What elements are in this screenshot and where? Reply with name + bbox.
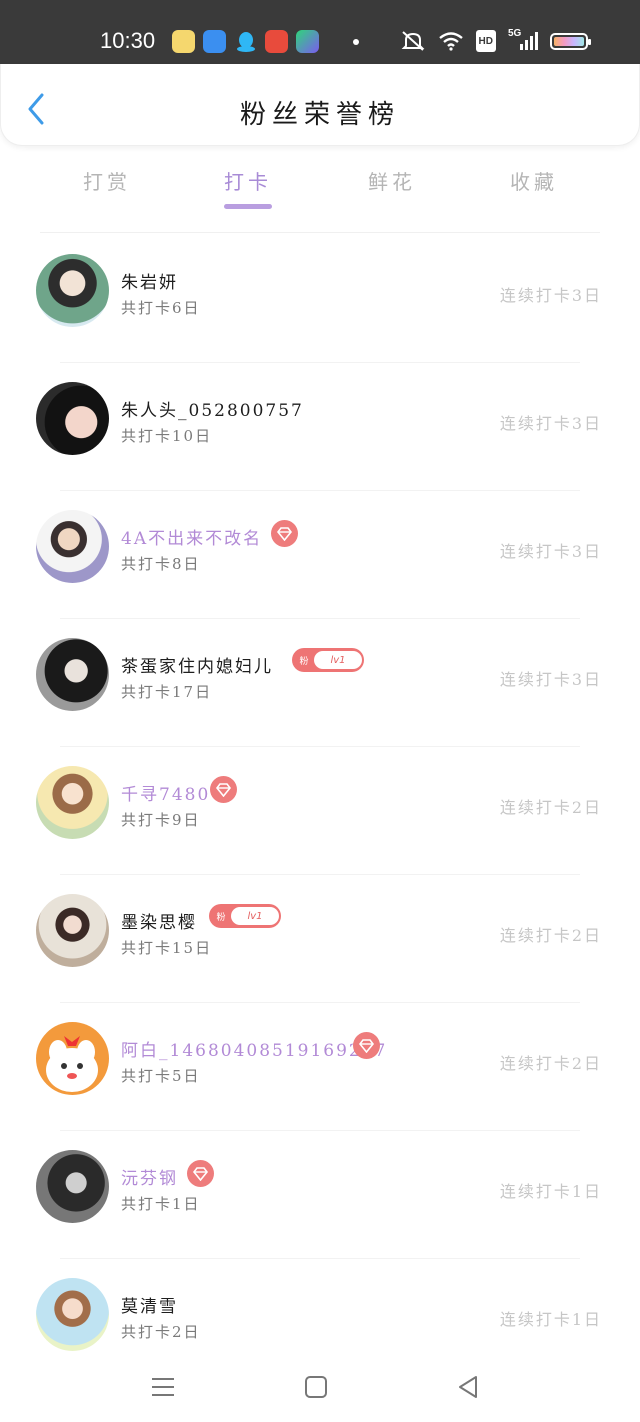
- avatar[interactable]: [36, 1278, 109, 1351]
- total-checkin: 共打卡17日: [121, 683, 213, 701]
- vip-badge: [271, 520, 298, 547]
- list-item[interactable]: 朱岩妍 共打卡6日 连续打卡3日: [0, 234, 640, 363]
- active-tab-indicator: [224, 204, 272, 209]
- app-notification-icon: [265, 30, 288, 53]
- user-name[interactable]: 莫清雪: [121, 1292, 178, 1317]
- total-checkin: 共打卡9日: [121, 811, 201, 829]
- user-name[interactable]: 朱岩妍: [121, 268, 178, 293]
- mute-icon: [400, 30, 426, 52]
- menu-icon: [152, 1378, 174, 1396]
- status-right: HD 5G: [400, 28, 591, 52]
- app-notification-icon: [203, 30, 226, 53]
- diamond-icon: [192, 1166, 209, 1181]
- diamond-icon: [358, 1038, 375, 1053]
- more-notifications-dot: [353, 38, 359, 45]
- wifi-icon: [438, 30, 464, 52]
- fan-badge: 粉 lv1: [209, 904, 281, 928]
- signal-icon: 5G: [508, 28, 538, 52]
- diamond-icon: [276, 526, 293, 541]
- streak-checkin: 连续打卡2日: [499, 926, 602, 945]
- user-name[interactable]: 朱人头_052800757: [121, 396, 304, 421]
- avatar[interactable]: [36, 638, 109, 711]
- streak-checkin: 连续打卡3日: [499, 542, 602, 561]
- avatar[interactable]: [36, 254, 109, 327]
- avatar[interactable]: [36, 1022, 109, 1095]
- tab-favorites[interactable]: 收藏: [494, 166, 574, 195]
- app-notification-icon: [172, 30, 195, 53]
- cartoon-dog-avatar: [46, 1036, 98, 1092]
- status-time: 10:30: [100, 28, 156, 53]
- list-item[interactable]: 茶蛋家住内媳妇儿 粉 lv1 共打卡17日 连续打卡3日: [0, 618, 640, 747]
- list-item[interactable]: 朱人头_052800757 共打卡10日 连续打卡3日: [0, 362, 640, 491]
- hd-badge: HD: [475, 30, 496, 52]
- total-checkin: 共打卡15日: [121, 939, 213, 957]
- streak-checkin: 连续打卡3日: [499, 286, 602, 305]
- streak-checkin: 连续打卡2日: [499, 798, 602, 817]
- streak-checkin: 连续打卡1日: [499, 1310, 602, 1329]
- fan-level: lv1: [314, 651, 362, 669]
- total-checkin: 共打卡1日: [121, 1195, 201, 1213]
- list-item[interactable]: 墨染思樱 粉 lv1 共打卡15日 连续打卡2日: [0, 874, 640, 1003]
- list-item[interactable]: 千寻7480 共打卡9日 连续打卡2日: [0, 746, 640, 875]
- tab-reward[interactable]: 打赏: [67, 166, 147, 195]
- list-item[interactable]: 4A不出来不改名 共打卡8日 连续打卡3日: [0, 490, 640, 619]
- battery-icon: [550, 32, 591, 50]
- menu-button[interactable]: [146, 1370, 180, 1404]
- vip-badge: [210, 776, 237, 803]
- list-item[interactable]: 沅芬钢 共打卡1日 连续打卡1日: [0, 1130, 640, 1259]
- system-back-button[interactable]: [451, 1370, 485, 1404]
- total-checkin: 共打卡8日: [121, 555, 201, 573]
- user-name[interactable]: 阿白_14680408519169287: [121, 1036, 387, 1061]
- total-checkin: 共打卡5日: [121, 1067, 201, 1085]
- back-triangle-icon: [459, 1376, 477, 1398]
- user-name[interactable]: 茶蛋家住内媳妇儿: [121, 652, 273, 677]
- avatar[interactable]: [36, 894, 109, 967]
- user-name[interactable]: 4A不出来不改名: [121, 524, 262, 549]
- tab-bar: 打赏 打卡 鲜花 收藏: [0, 160, 640, 220]
- avatar[interactable]: [36, 510, 109, 583]
- status-bar: 10:30 HD 5G: [0, 0, 640, 64]
- qq-icon: [234, 30, 257, 53]
- user-name[interactable]: 千寻7480: [121, 780, 210, 805]
- total-checkin: 共打卡10日: [121, 427, 213, 445]
- fan-level: lv1: [231, 907, 279, 925]
- fan-badge: 粉 lv1: [292, 648, 364, 672]
- tab-flowers[interactable]: 鲜花: [352, 166, 432, 195]
- tabs-divider: [40, 232, 600, 233]
- total-checkin: 共打卡6日: [121, 299, 201, 317]
- streak-checkin: 连续打卡3日: [499, 414, 602, 433]
- iqiyi-icon: [296, 30, 319, 53]
- list-item[interactable]: 阿白_14680408519169287 共打卡5日 连续打卡2日: [0, 1002, 640, 1131]
- diamond-icon: [215, 782, 232, 797]
- header: 粉丝荣誉榜: [0, 64, 640, 146]
- streak-checkin: 连续打卡1日: [499, 1182, 602, 1201]
- fan-tag: 粉: [216, 912, 226, 923]
- avatar[interactable]: [36, 1150, 109, 1223]
- network-label: 5G: [508, 28, 522, 39]
- home-square-icon: [305, 1376, 327, 1398]
- streak-checkin: 连续打卡2日: [499, 1054, 602, 1073]
- page-title: 粉丝荣誉榜: [239, 100, 400, 130]
- home-button[interactable]: [299, 1370, 333, 1404]
- tab-checkin[interactable]: 打卡: [208, 166, 288, 195]
- avatar[interactable]: [36, 382, 109, 455]
- fan-tag: 粉: [299, 656, 309, 667]
- user-name[interactable]: 墨染思樱: [121, 908, 197, 933]
- system-nav-bar: [0, 1352, 640, 1422]
- vip-badge: [353, 1032, 380, 1059]
- notification-icons: [172, 30, 359, 53]
- user-name[interactable]: 沅芬钢: [121, 1164, 178, 1189]
- avatar[interactable]: [36, 766, 109, 839]
- total-checkin: 共打卡2日: [121, 1323, 201, 1341]
- streak-checkin: 连续打卡3日: [499, 670, 602, 689]
- vip-badge: [187, 1160, 214, 1187]
